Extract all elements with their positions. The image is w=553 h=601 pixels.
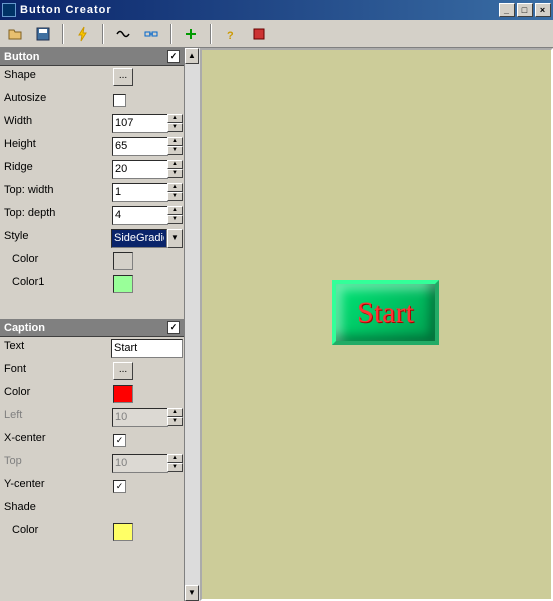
width-spinner[interactable]: ▲▼ [167, 114, 183, 132]
scroll-up-button[interactable]: ▲ [185, 48, 199, 64]
ycenter-checkbox[interactable]: ✓ [113, 480, 126, 493]
open-icon[interactable] [4, 23, 26, 45]
left-spinner: ▲▼ [167, 408, 183, 426]
left-input [112, 408, 168, 427]
top-label: Top [0, 452, 111, 474]
height-input[interactable] [112, 137, 168, 156]
xcenter-checkbox[interactable]: ✓ [113, 434, 126, 447]
section-header-caption[interactable]: Caption ✓ [0, 319, 184, 337]
topwidth-input[interactable] [112, 183, 168, 202]
maximize-button[interactable]: □ [517, 3, 533, 17]
shade-label: Shade [0, 498, 112, 520]
height-label: Height [0, 135, 111, 157]
top-input [112, 454, 168, 473]
ridge-input[interactable] [112, 160, 168, 179]
preview-button-caption: Start [357, 296, 414, 330]
color-label: Color [0, 250, 112, 272]
color1-label: Color1 [0, 273, 112, 295]
ridge-label: Ridge [0, 158, 111, 180]
shadecolor-label: Color [0, 521, 112, 543]
caption-color-label: Color [0, 383, 112, 405]
color1-swatch[interactable] [113, 275, 133, 293]
autosize-label: Autosize [0, 89, 112, 111]
shape-label: Shape [0, 66, 112, 88]
topwidth-spinner[interactable]: ▲▼ [167, 183, 183, 201]
caption-section-checkbox[interactable]: ✓ [167, 321, 180, 334]
toolbar: ? [0, 20, 553, 48]
shadecolor-swatch[interactable] [113, 523, 133, 541]
style-label: Style [0, 227, 110, 249]
topwidth-label: Top: width [0, 181, 111, 203]
width-input[interactable] [112, 114, 168, 133]
font-label: Font [0, 360, 112, 382]
ridge-spinner[interactable]: ▲▼ [167, 160, 183, 178]
topdepth-label: Top: depth [0, 204, 111, 226]
property-panel: Button ✓ Shape... Autosize Width▲▼ Heigh… [0, 48, 200, 601]
topdepth-spinner[interactable]: ▲▼ [167, 206, 183, 224]
title-bar: Button Creator _ □ × [0, 0, 553, 20]
text-label: Text [0, 337, 110, 359]
font-ellipsis-button[interactable]: ... [113, 362, 133, 380]
shape-ellipsis-button[interactable]: ... [113, 68, 133, 86]
autosize-checkbox[interactable] [113, 94, 126, 107]
caption-color-swatch[interactable] [113, 385, 133, 403]
plus-icon[interactable] [180, 23, 202, 45]
style-dropdown-button[interactable]: ▼ [167, 229, 183, 248]
svg-text:?: ? [227, 30, 234, 42]
minimize-button[interactable]: _ [499, 3, 515, 17]
color-swatch[interactable] [113, 252, 133, 270]
scroll-down-button[interactable]: ▼ [185, 585, 199, 601]
top-spinner: ▲▼ [167, 454, 183, 472]
text-input[interactable] [111, 339, 183, 358]
left-label: Left [0, 406, 111, 428]
app-icon [2, 3, 16, 17]
ycenter-label: Y-center [0, 475, 112, 497]
topdepth-input[interactable] [112, 206, 168, 225]
save-icon[interactable] [32, 23, 54, 45]
wave-icon[interactable] [112, 23, 134, 45]
width-label: Width [0, 112, 111, 134]
xcenter-label: X-center [0, 429, 112, 451]
height-spinner[interactable]: ▲▼ [167, 137, 183, 155]
preview-button[interactable]: Start [332, 280, 439, 345]
vertical-scrollbar[interactable]: ▲ ▼ [184, 48, 200, 601]
bolt-icon[interactable] [72, 23, 94, 45]
button-section-checkbox[interactable]: ✓ [167, 50, 180, 63]
window-title: Button Creator [20, 4, 499, 16]
style-combo[interactable] [111, 229, 167, 248]
preview-canvas: Start [200, 48, 553, 601]
link-icon[interactable] [140, 23, 162, 45]
section-header-button[interactable]: Button ✓ [0, 48, 184, 66]
close-button[interactable]: × [535, 3, 551, 17]
stop-icon[interactable] [248, 23, 270, 45]
help-icon[interactable]: ? [220, 23, 242, 45]
